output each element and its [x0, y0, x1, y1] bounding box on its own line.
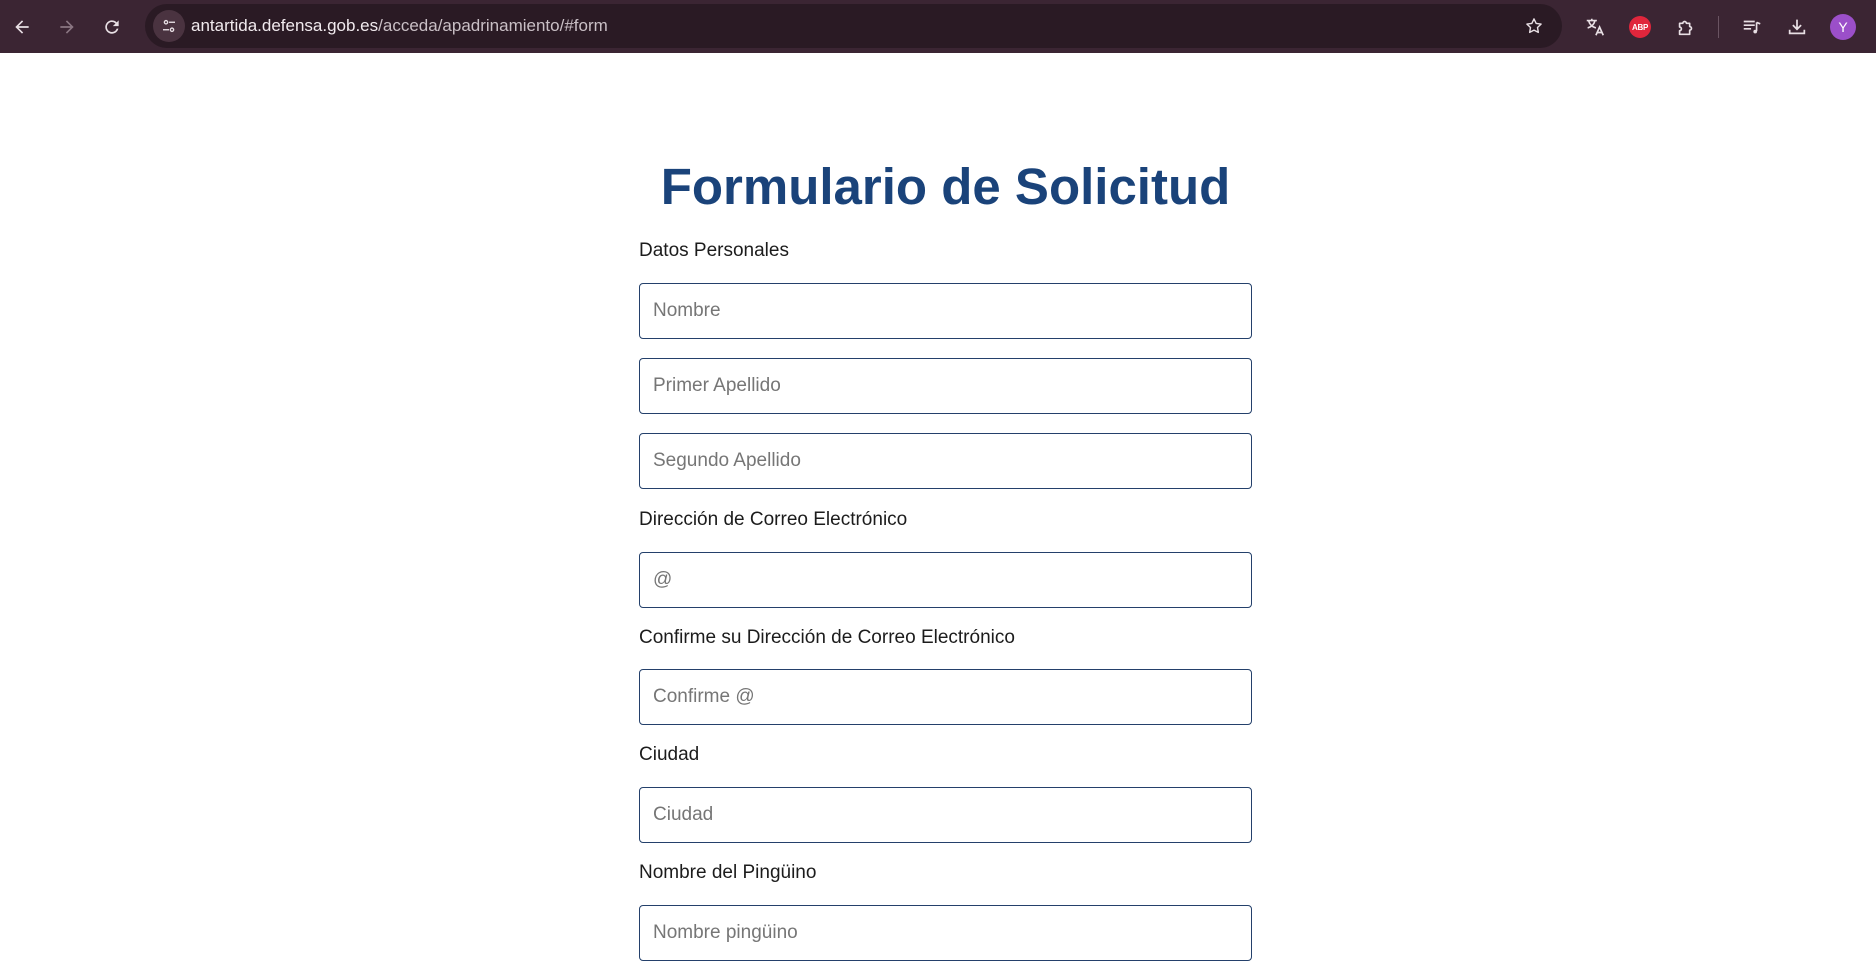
- address-bar[interactable]: antartida.defensa.gob.es/acceda/apadrina…: [145, 4, 1562, 48]
- city-input[interactable]: [639, 787, 1252, 843]
- personal-data-label: Datos Personales: [639, 240, 789, 261]
- email-input[interactable]: [639, 552, 1252, 608]
- toolbar-separator: [1718, 16, 1719, 38]
- media-controls-button[interactable]: [1734, 9, 1770, 45]
- adblock-icon: ABP: [1629, 16, 1651, 38]
- reload-icon: [105, 20, 119, 34]
- download-icon: [1788, 19, 1806, 35]
- puzzle-icon: [1678, 20, 1693, 36]
- back-button[interactable]: [4, 9, 40, 45]
- avatar: Y: [1830, 14, 1856, 40]
- bookmark-button[interactable]: [1520, 12, 1548, 40]
- downloads-button[interactable]: [1779, 9, 1815, 45]
- email-confirm-label: Confirme su Dirección de Correo Electrón…: [639, 627, 1015, 648]
- primer-apellido-input[interactable]: [639, 358, 1252, 414]
- page-title: Formulario de Solicitud: [660, 158, 1231, 215]
- site-info-button[interactable]: [153, 10, 185, 42]
- translate-icon: [1586, 18, 1605, 36]
- adblock-extension-button[interactable]: ABP: [1622, 9, 1658, 45]
- extensions-button[interactable]: [1668, 9, 1704, 45]
- arrow-right-icon: [60, 20, 74, 34]
- star-icon: [1526, 18, 1542, 34]
- city-label: Ciudad: [639, 744, 700, 765]
- translate-extension-button[interactable]: [1577, 9, 1613, 45]
- url-path: /acceda/apadrinamiento/#form: [378, 16, 608, 35]
- browser-toolbar: antartida.defensa.gob.es/acceda/apadrina…: [0, 0, 1876, 53]
- email-label: Dirección de Correo Electrónico: [639, 509, 908, 530]
- profile-button[interactable]: Y: [1825, 9, 1861, 45]
- queue-music-icon: [1743, 20, 1761, 34]
- penguin-name-label: Nombre del Pingüino: [639, 862, 817, 883]
- page-content: Formulario de Solicitud Datos Personales…: [0, 53, 1876, 961]
- segundo-apellido-input[interactable]: [639, 433, 1252, 489]
- url-text[interactable]: antartida.defensa.gob.es/acceda/apadrina…: [191, 16, 608, 36]
- nombre-input[interactable]: [639, 283, 1252, 339]
- penguin-name-input[interactable]: [639, 905, 1252, 961]
- forward-button[interactable]: [49, 9, 85, 45]
- url-host: antartida.defensa.gob.es: [191, 16, 379, 35]
- reload-button[interactable]: [94, 9, 130, 45]
- arrow-left-icon: [15, 20, 29, 34]
- email-confirm-input[interactable]: [639, 669, 1252, 725]
- tune-icon: [163, 19, 175, 33]
